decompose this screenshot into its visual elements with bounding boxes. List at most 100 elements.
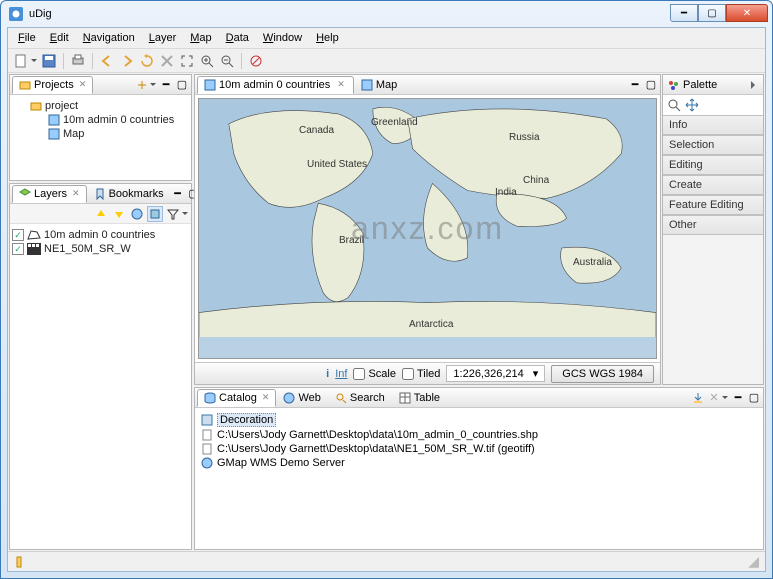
- maximize-view-button[interactable]: ▢: [747, 391, 761, 405]
- import-button[interactable]: [691, 391, 705, 405]
- zoom-tool[interactable]: [667, 98, 681, 112]
- palette-drawer-create[interactable]: Create: [663, 175, 763, 195]
- minimize-editor-button[interactable]: ━: [628, 78, 642, 92]
- pan-icon: [685, 98, 699, 112]
- map-icon: [204, 79, 216, 91]
- catalog-tab[interactable]: Catalog ✕: [197, 389, 276, 407]
- menu-file[interactable]: File: [12, 30, 42, 46]
- save-button[interactable]: [40, 52, 58, 70]
- palette-drawer-other[interactable]: Other: [663, 215, 763, 235]
- crs-label: GCS WGS 1984: [562, 368, 643, 380]
- close-icon[interactable]: ✕: [262, 392, 270, 403]
- zoom-extent-button[interactable]: [178, 52, 196, 70]
- layer-row[interactable]: ✓ NE1_50M_SR_W: [12, 242, 189, 256]
- minimize-view-button[interactable]: ━: [171, 187, 185, 201]
- scale-toggle[interactable]: Scale: [353, 368, 396, 380]
- maximize-editor-button[interactable]: ▢: [644, 78, 658, 92]
- workarea: Projects ✕ ━ ▢ project 10m: [8, 73, 765, 551]
- resize-grip[interactable]: ◢: [748, 553, 759, 570]
- pan-tool[interactable]: [685, 98, 699, 112]
- catalog-item[interactable]: C:\Users\Jody Garnett\Desktop\data\NE1_5…: [201, 442, 757, 456]
- cancel-button[interactable]: [247, 52, 265, 70]
- layer-row[interactable]: ✓10m admin 0 countries: [12, 228, 189, 242]
- geotiff-icon: [201, 443, 213, 455]
- tiled-label: Tiled: [417, 368, 440, 380]
- shapefile-icon: [201, 429, 213, 441]
- project-root[interactable]: project: [30, 99, 189, 113]
- layer-checkbox[interactable]: ✓: [12, 243, 24, 255]
- new-button[interactable]: [12, 52, 30, 70]
- menu-navigation[interactable]: Navigation: [77, 30, 141, 46]
- menu-layer[interactable]: Layer: [143, 30, 183, 46]
- layers-view-dropdown[interactable]: [181, 209, 189, 218]
- minimize-view-button[interactable]: ━: [731, 391, 745, 405]
- info-link[interactable]: Inf: [335, 368, 347, 380]
- menu-edit[interactable]: Edit: [44, 30, 75, 46]
- minimize-view-button[interactable]: ━: [159, 78, 173, 92]
- close-icon[interactable]: ✕: [72, 188, 80, 199]
- palette-drawer-feature-editing[interactable]: Feature Editing: [663, 195, 763, 215]
- scale-combo[interactable]: 1:226,326,214▾: [446, 365, 545, 382]
- map-canvas[interactable]: Greenland Canada United States Russia Ch…: [195, 95, 660, 362]
- view-menu-dropdown[interactable]: [149, 80, 157, 89]
- arrow-up-icon: [95, 208, 107, 220]
- crs-button[interactable]: GCS WGS 1984: [551, 365, 654, 383]
- projects-tree[interactable]: project 10m admin 0 countries Map: [10, 95, 191, 145]
- project-item[interactable]: Map: [48, 127, 189, 141]
- back-icon: [100, 54, 114, 68]
- close-icon[interactable]: ✕: [79, 79, 87, 90]
- refresh-button[interactable]: [138, 52, 156, 70]
- menu-help[interactable]: Help: [310, 30, 345, 46]
- projects-tab[interactable]: Projects ✕: [12, 76, 93, 94]
- minimize-button[interactable]: ━: [670, 4, 698, 22]
- catalog-tree[interactable]: Decoration C:\Users\Jody Garnett\Desktop…: [195, 408, 763, 474]
- map-icon: [361, 79, 373, 91]
- project-item[interactable]: 10m admin 0 countries: [48, 113, 189, 127]
- palette-drawer-selection[interactable]: Selection: [663, 135, 763, 155]
- catalog-label: GMap WMS Demo Server: [217, 457, 345, 469]
- maximize-view-button[interactable]: ▢: [175, 78, 189, 92]
- bookmarks-tab[interactable]: Bookmarks: [87, 185, 171, 203]
- filter-button[interactable]: [165, 206, 181, 222]
- layers-tab[interactable]: Layers ✕: [12, 185, 87, 203]
- print-button[interactable]: [69, 52, 87, 70]
- catalog-item[interactable]: C:\Users\Jody Garnett\Desktop\data\10m_a…: [201, 428, 757, 442]
- remove-button[interactable]: ✕: [707, 391, 721, 405]
- palette-drawer-editing[interactable]: Editing: [663, 155, 763, 175]
- move-down-button[interactable]: [111, 206, 127, 222]
- editor-tab[interactable]: Map: [354, 76, 406, 94]
- search-tab[interactable]: Search: [328, 389, 392, 407]
- layers-tree[interactable]: ✓10m admin 0 countries ✓ NE1_50M_SR_W: [10, 224, 191, 260]
- menu-map[interactable]: Map: [184, 30, 217, 46]
- editor-tab[interactable]: 10m admin 0 countries✕: [197, 76, 354, 94]
- nav-back-button[interactable]: [98, 52, 116, 70]
- zoom-in-button[interactable]: [198, 52, 216, 70]
- layer-checkbox[interactable]: ✓: [12, 229, 24, 241]
- nav-forward-button[interactable]: [118, 52, 136, 70]
- tiled-toggle[interactable]: Tiled: [402, 368, 440, 380]
- layer-label: NE1_50M_SR_W: [44, 243, 131, 255]
- close-button[interactable]: ✕: [726, 4, 768, 22]
- link-editor-button[interactable]: [135, 78, 149, 92]
- client-area: File Edit Navigation Layer Map Data Wind…: [7, 27, 766, 572]
- app-statusbar: ◢: [8, 551, 765, 571]
- palette-drawer-info[interactable]: Info: [663, 115, 763, 135]
- palette-collapse-icon[interactable]: [751, 81, 759, 89]
- catalog-view-dropdown[interactable]: [721, 393, 729, 402]
- catalog-item[interactable]: GMap WMS Demo Server: [201, 456, 757, 470]
- web-tab[interactable]: Web: [276, 389, 327, 407]
- menu-window[interactable]: Window: [257, 30, 308, 46]
- layers-tab-label: Layers: [34, 188, 67, 200]
- catalog-item[interactable]: Decoration: [201, 412, 757, 428]
- table-tab[interactable]: Table: [392, 389, 447, 407]
- maximize-button[interactable]: ▢: [698, 4, 726, 22]
- new-dropdown[interactable]: [30, 56, 38, 65]
- menu-data[interactable]: Data: [220, 30, 255, 46]
- zoom-out-button[interactable]: [218, 52, 236, 70]
- zoom-layer-button[interactable]: [129, 206, 145, 222]
- move-up-button[interactable]: [93, 206, 109, 222]
- close-icon[interactable]: ✕: [337, 79, 345, 90]
- mylar-button[interactable]: [147, 206, 163, 222]
- catalog-tab-label: Catalog: [219, 392, 257, 404]
- stop-button[interactable]: [158, 52, 176, 70]
